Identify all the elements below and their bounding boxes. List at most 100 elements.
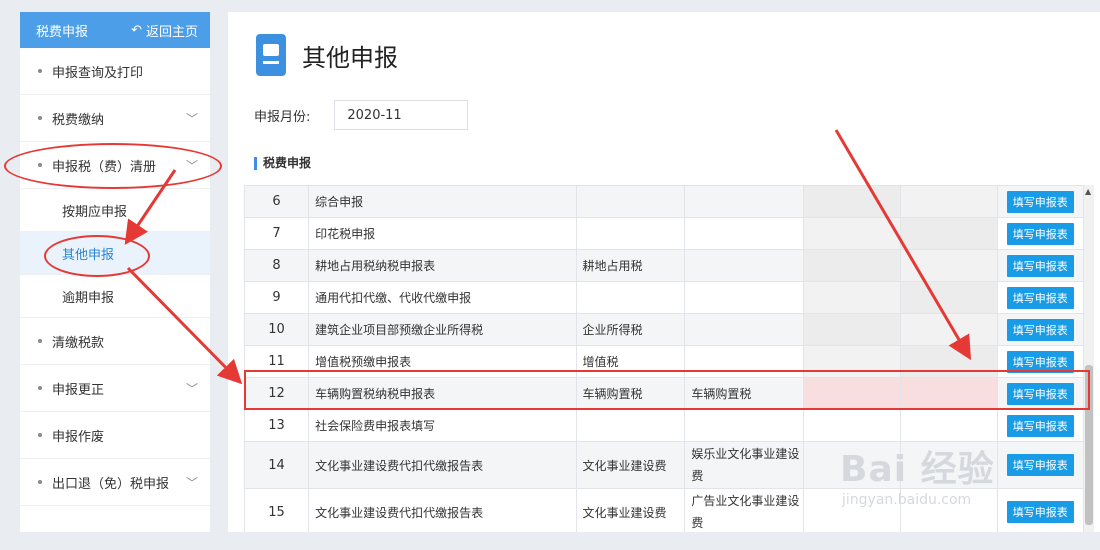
row-name: 印花税申报 bbox=[308, 217, 577, 250]
fill-form-button[interactable]: 填写申报表 bbox=[1006, 318, 1074, 341]
row-name: 建筑企业项目部预缴企业所得税 bbox=[308, 313, 577, 346]
row-tax: 文化事业建设费 bbox=[575, 441, 686, 489]
row-name: 社会保险费申报表填写 bbox=[308, 409, 577, 442]
table-scrollbar[interactable]: ▲ bbox=[1084, 185, 1094, 532]
fill-form-button[interactable]: 填写申报表 bbox=[1006, 254, 1074, 277]
row-tax bbox=[575, 281, 686, 314]
table-row: 7 印花税申报 填写申报表 bbox=[243, 217, 1085, 250]
page-title: 其他申报 bbox=[302, 43, 398, 72]
sidebar-item-query-print[interactable]: 申报查询及打印 bbox=[20, 48, 210, 95]
redacted-cell bbox=[899, 249, 998, 282]
sidebar-item-label: 出口退（免）税申报 bbox=[52, 476, 170, 492]
action-cell: 填写申报表 bbox=[996, 249, 1085, 282]
watermark: Bai 经验 jingyan.baidu.com bbox=[840, 440, 995, 508]
redacted-cell bbox=[803, 249, 901, 282]
row-number: 7 bbox=[243, 217, 310, 250]
row-name: 文化事业建设费代扣代缴报告表 bbox=[308, 488, 577, 532]
row-number: 6 bbox=[243, 185, 310, 218]
row-name: 综合申报 bbox=[308, 185, 577, 218]
bullet-icon bbox=[38, 69, 42, 73]
row-number: 8 bbox=[243, 249, 310, 282]
sidebar-item-label: 申报查询及打印 bbox=[52, 65, 144, 81]
row-tax: 耕地占用税 bbox=[575, 249, 686, 282]
table-row: 9 通用代扣代缴、代收代缴申报 填写申报表 bbox=[243, 281, 1085, 314]
action-cell: 填写申报表 bbox=[996, 441, 1085, 489]
redacted-cell bbox=[803, 409, 901, 442]
row-name: 文化事业建设费代扣代缴报告表 bbox=[308, 441, 577, 489]
page-header: 其他申报 bbox=[256, 34, 398, 76]
table-row: 13 社会保险费申报表填写 填写申报表 bbox=[243, 409, 1085, 442]
chevron-down-icon: ﹀ bbox=[185, 381, 198, 396]
redacted-cell bbox=[899, 313, 998, 346]
action-cell: 填写申报表 bbox=[996, 313, 1085, 346]
row-number: 10 bbox=[243, 313, 310, 346]
bullet-icon bbox=[38, 339, 42, 343]
month-row: 申报月份: 2020-11 bbox=[254, 100, 469, 130]
row-number: 14 bbox=[243, 441, 310, 489]
month-label: 申报月份: bbox=[254, 109, 311, 125]
fill-form-button[interactable]: 填写申报表 bbox=[1006, 190, 1074, 213]
section-title: 税费申报 bbox=[254, 157, 311, 170]
sidebar-subitem-label: 按期应申报 bbox=[62, 204, 128, 220]
row-name: 通用代扣代缴、代收代缴申报 bbox=[308, 281, 577, 314]
row-item bbox=[684, 249, 805, 282]
redacted-cell bbox=[899, 281, 998, 314]
row-tax: 企业所得税 bbox=[575, 313, 686, 346]
row-item bbox=[684, 281, 805, 314]
sidebar-item-void[interactable]: 申报作废 bbox=[20, 412, 210, 459]
row-tax bbox=[575, 217, 686, 250]
row-number: 15 bbox=[243, 488, 310, 532]
redacted-cell bbox=[803, 281, 901, 314]
sidebar-item-export-refund[interactable]: 出口退（免）税申报 ﹀ bbox=[20, 459, 210, 506]
watermark-logo: Bai 经验 bbox=[840, 449, 995, 490]
redacted-cell bbox=[899, 217, 998, 250]
back-home-label: 返回主页 bbox=[145, 24, 198, 40]
fill-form-button[interactable]: 填写申报表 bbox=[1006, 454, 1074, 476]
form-icon bbox=[256, 34, 286, 76]
sidebar-subitem-periodic[interactable]: 按期应申报 bbox=[20, 189, 210, 232]
sidebar-item-correction[interactable]: 申报更正 ﹀ bbox=[20, 365, 210, 412]
table-row: 8 耕地占用税纳税申报表 耕地占用税 填写申报表 bbox=[243, 249, 1085, 282]
redacted-cell bbox=[803, 217, 901, 250]
sidebar-item-label: 税费缴纳 bbox=[52, 112, 105, 128]
sidebar-item-clear-tax[interactable]: 清缴税款 bbox=[20, 318, 210, 365]
row-item: 娱乐业文化事业建设费 bbox=[684, 441, 805, 489]
row-item bbox=[684, 313, 805, 346]
row-item bbox=[684, 409, 805, 442]
chevron-down-icon: ﹀ bbox=[185, 111, 198, 126]
action-cell: 填写申报表 bbox=[996, 217, 1085, 250]
row-name: 耕地占用税纳税申报表 bbox=[308, 249, 577, 282]
month-input[interactable]: 2020-11 bbox=[334, 100, 469, 130]
sidebar-item-tax-payment[interactable]: 税费缴纳 ﹀ bbox=[20, 95, 210, 142]
back-home-button[interactable]: ↶ 返回主页 bbox=[131, 21, 198, 40]
table-row: 6 综合申报 填写申报表 bbox=[243, 185, 1085, 218]
bullet-icon bbox=[38, 116, 42, 120]
back-arrow-icon: ↶ bbox=[131, 22, 142, 38]
chevron-down-icon: ﹀ bbox=[185, 475, 198, 490]
annotation-oval-other-declaration bbox=[44, 235, 150, 277]
row-tax bbox=[575, 409, 686, 442]
row-item bbox=[684, 185, 805, 218]
table-row: 10 建筑企业项目部预缴企业所得税 企业所得税 填写申报表 bbox=[243, 313, 1085, 346]
row-item bbox=[684, 217, 805, 250]
row-item: 广告业文化事业建设费 bbox=[684, 488, 805, 532]
scroll-up-icon[interactable]: ▲ bbox=[1085, 187, 1091, 196]
annotation-box-row-12 bbox=[244, 370, 1090, 410]
row-number: 13 bbox=[243, 409, 310, 442]
sidebar-item-label: 申报更正 bbox=[52, 382, 105, 398]
sidebar-subitem-overdue[interactable]: 逾期申报 bbox=[20, 275, 210, 318]
row-tax: 文化事业建设费 bbox=[575, 488, 686, 532]
fill-form-button[interactable]: 填写申报表 bbox=[1006, 286, 1074, 309]
fill-form-button[interactable]: 填写申报表 bbox=[1006, 222, 1074, 245]
fill-form-button[interactable]: 填写申报表 bbox=[1006, 501, 1074, 523]
bullet-icon bbox=[38, 386, 42, 390]
fill-form-button[interactable]: 填写申报表 bbox=[1006, 414, 1074, 437]
action-cell: 填写申报表 bbox=[996, 281, 1085, 314]
redacted-cell bbox=[899, 409, 998, 442]
sidebar-header: 税费申报 ↶ 返回主页 bbox=[20, 12, 210, 48]
bullet-icon bbox=[38, 433, 42, 437]
row-number: 9 bbox=[243, 281, 310, 314]
redacted-cell bbox=[803, 185, 901, 218]
sidebar-title: 税费申报 bbox=[36, 24, 89, 40]
action-cell: 填写申报表 bbox=[996, 488, 1085, 532]
